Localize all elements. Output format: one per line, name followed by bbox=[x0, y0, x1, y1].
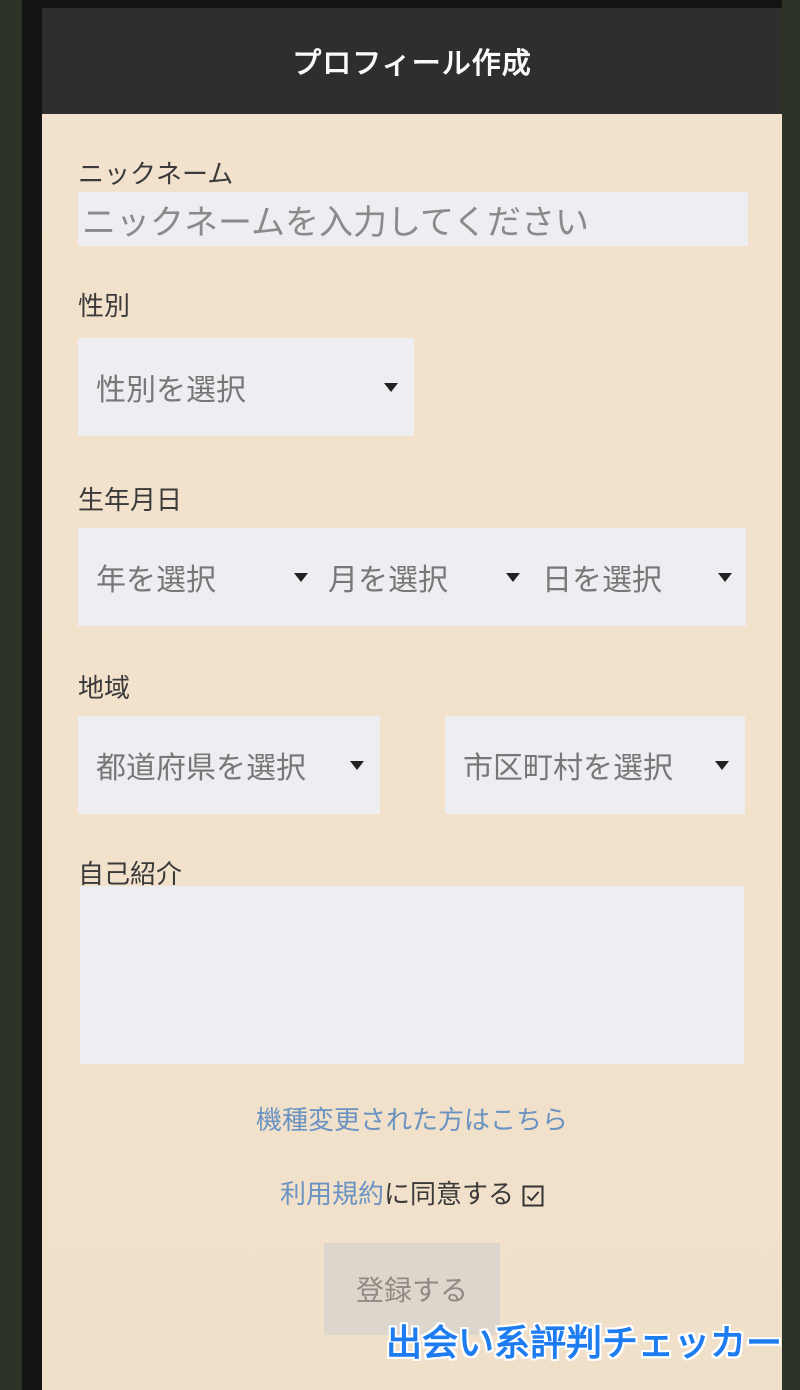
birthdate-select-group: 年を選択 月を選択 日を選択 bbox=[78, 528, 746, 626]
caret-down-icon bbox=[350, 761, 364, 770]
nickname-placeholder: ニックネームを入力してください bbox=[82, 202, 589, 243]
device-change-row: 機種変更された方はこちら bbox=[42, 1100, 782, 1137]
birth-year-select[interactable]: 年を選択 bbox=[78, 528, 318, 626]
app-header: プロフィール作成 bbox=[42, 8, 782, 114]
caret-down-icon bbox=[384, 383, 398, 392]
register-button-label: 登録する bbox=[355, 1274, 468, 1307]
device-change-link[interactable]: 機種変更された方はこちら bbox=[256, 1106, 568, 1136]
prefecture-select[interactable]: 都道府県を選択 bbox=[78, 716, 380, 814]
birth-day-select[interactable]: 日を選択 bbox=[532, 528, 746, 626]
page-title: プロフィール作成 bbox=[292, 46, 532, 80]
gender-select-value: 性別を選択 bbox=[96, 373, 246, 408]
gender-select[interactable]: 性別を選択 bbox=[78, 338, 414, 436]
caret-down-icon bbox=[718, 573, 732, 582]
nickname-input[interactable]: ニックネームを入力してください bbox=[78, 192, 748, 246]
caret-down-icon bbox=[715, 761, 729, 770]
terms-link[interactable]: 利用規約 bbox=[280, 1180, 384, 1210]
bio-textarea[interactable] bbox=[80, 886, 744, 1064]
city-select[interactable]: 市区町村を選択 bbox=[445, 716, 745, 814]
nickname-label: ニックネーム bbox=[78, 160, 234, 190]
terms-agree-text: に同意する bbox=[384, 1180, 515, 1210]
checkbox-checked-icon[interactable] bbox=[522, 1184, 544, 1214]
birth-day-value: 日を選択 bbox=[542, 563, 662, 598]
birth-month-value: 月を選択 bbox=[328, 563, 448, 598]
birthdate-label: 生年月日 bbox=[78, 486, 183, 516]
city-select-value: 市区町村を選択 bbox=[463, 751, 673, 786]
prefecture-select-value: 都道府県を選択 bbox=[96, 751, 306, 786]
birth-year-value: 年を選択 bbox=[96, 563, 216, 598]
caret-down-icon bbox=[294, 573, 308, 582]
terms-agreement-row: 利用規約に同意する bbox=[42, 1174, 782, 1214]
birth-month-select[interactable]: 月を選択 bbox=[318, 528, 532, 626]
watermark-text: 出会い系評判チェッカー bbox=[385, 1323, 782, 1364]
region-label: 地域 bbox=[78, 674, 131, 704]
profile-form: ニックネーム ニックネームを入力してください 性別 性別を選択 生年月日 年を選… bbox=[42, 114, 782, 1390]
caret-down-icon bbox=[506, 573, 520, 582]
gender-label: 性別 bbox=[78, 292, 131, 322]
